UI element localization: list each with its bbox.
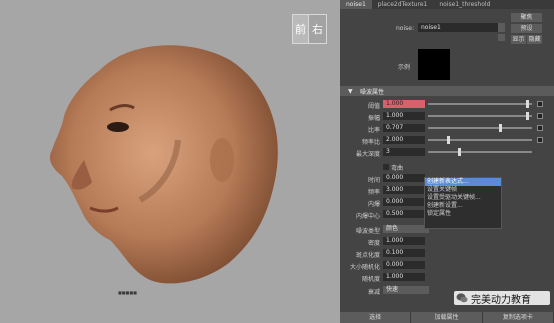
ctx-item-set-driven-key[interactable]: 设置受驱动关键帧... bbox=[425, 194, 501, 202]
attribute-value-field[interactable]: 2.000 bbox=[383, 136, 425, 144]
ctx-item-lock-attribute[interactable]: 锁定属性 bbox=[425, 210, 501, 218]
viewcube-right-face[interactable]: 右 bbox=[308, 14, 327, 44]
falloff-dropdown[interactable]: 快速 bbox=[383, 286, 429, 294]
attribute-label: 随机度 bbox=[361, 276, 380, 283]
attribute-value-field[interactable]: 1.000 bbox=[383, 273, 425, 281]
map-texture-button[interactable] bbox=[537, 137, 543, 143]
attribute-value-field[interactable]: 1.000 bbox=[383, 112, 425, 120]
node-select-button[interactable] bbox=[498, 23, 505, 32]
viewport-camera-label: ■■■■■ bbox=[118, 290, 137, 295]
attribute-value-field[interactable]: 0.000 bbox=[383, 261, 425, 269]
show-button[interactable]: 显示 bbox=[511, 35, 526, 44]
slider-handle[interactable] bbox=[447, 136, 450, 144]
attribute-value-field[interactable]: 0.100 bbox=[383, 249, 425, 257]
falloff-label: 衰减 bbox=[367, 289, 380, 296]
tab-place2dtexture1[interactable]: place2dTexture1 bbox=[372, 0, 434, 9]
node-name-label: noise: bbox=[396, 25, 414, 32]
section-title: 噪波属性 bbox=[360, 89, 385, 96]
slider-handle[interactable] bbox=[499, 124, 502, 132]
attribute-label: 大小随机化 bbox=[349, 264, 380, 271]
node-output-button[interactable] bbox=[498, 34, 505, 41]
map-texture-button[interactable] bbox=[537, 113, 543, 119]
3d-viewport[interactable]: 前 右 ■■■■■ bbox=[0, 0, 340, 323]
attribute-label: 斑点化度 bbox=[355, 252, 380, 259]
select-button[interactable]: 选择 bbox=[340, 312, 411, 323]
noise-type-label: 噪波类型 bbox=[355, 228, 380, 235]
attribute-label: 密度 bbox=[367, 240, 380, 247]
watermark-text: 完美动力教育 bbox=[471, 294, 531, 306]
attribute-label: 频率比 bbox=[361, 139, 380, 146]
attribute-value-field[interactable]: 1.000 bbox=[383, 100, 425, 108]
attribute-slider[interactable] bbox=[428, 100, 532, 108]
load-attributes-button[interactable]: 加载属性 bbox=[411, 312, 482, 323]
watermark: 完美动力教育 bbox=[454, 291, 550, 306]
map-texture-button[interactable] bbox=[537, 101, 543, 107]
attribute-slider[interactable] bbox=[428, 148, 532, 156]
sample-label: 示例 bbox=[398, 64, 411, 71]
section-header-noise-attributes[interactable]: ▼ 噪波属性 bbox=[340, 86, 554, 96]
ctx-item-set-key[interactable]: 设置关键帧 bbox=[425, 186, 501, 194]
viewcube-front-face[interactable]: 前 bbox=[292, 14, 309, 44]
copy-tab-button[interactable]: 复制选项卡 bbox=[482, 312, 553, 323]
attribute-value-field[interactable]: 3 bbox=[383, 148, 425, 156]
ctx-item-create-new-setting[interactable]: 创建新设置... bbox=[425, 202, 501, 210]
attribute-label: 时间 bbox=[367, 177, 380, 184]
inflection-label: 弯曲 bbox=[391, 165, 404, 172]
sample-swatch bbox=[418, 49, 450, 80]
attribute-value-field[interactable]: 3.000 bbox=[383, 186, 425, 194]
context-menu: 创建新表达式... 设置关键帧 设置受驱动关键帧... 创建新设置... 锁定属… bbox=[424, 177, 502, 229]
inflection-checkbox[interactable] bbox=[383, 164, 389, 170]
attribute-editor: noise1 place2dTexture1 noise1_threshold … bbox=[340, 0, 554, 323]
node-tabs: noise1 place2dTexture1 noise1_threshold bbox=[340, 0, 554, 9]
focus-button[interactable]: 聚焦 bbox=[511, 13, 542, 22]
attribute-value-field[interactable]: 0.000 bbox=[383, 174, 425, 182]
attribute-label: 阈值 bbox=[367, 103, 380, 110]
node-name-field[interactable]: noise1 bbox=[418, 23, 499, 32]
wechat-icon bbox=[456, 293, 468, 303]
slider-handle[interactable] bbox=[458, 148, 461, 156]
attribute-label: 振幅 bbox=[367, 115, 380, 122]
attribute-slider[interactable] bbox=[428, 112, 532, 120]
viewcube[interactable]: 前 右 bbox=[292, 14, 327, 44]
slider-handle[interactable] bbox=[526, 100, 529, 108]
attribute-label: 最大深度 bbox=[355, 151, 380, 158]
attribute-label: 内爆 bbox=[367, 201, 380, 208]
attribute-slider[interactable] bbox=[428, 124, 532, 132]
hide-button[interactable]: 隐藏 bbox=[527, 35, 542, 44]
noise-type-dropdown[interactable]: 颜色 bbox=[383, 225, 429, 233]
presets-button[interactable]: 预设 bbox=[511, 24, 542, 33]
bottom-button-bar: 选择 加载属性 复制选项卡 bbox=[340, 312, 554, 323]
attribute-label: 内爆中心 bbox=[355, 213, 380, 220]
head-model bbox=[49, 45, 278, 284]
collapse-arrow-icon: ▼ bbox=[348, 88, 353, 95]
map-texture-button[interactable] bbox=[537, 125, 543, 131]
attribute-slider[interactable] bbox=[428, 136, 532, 144]
attribute-label: 频率 bbox=[367, 189, 380, 196]
slider-handle[interactable] bbox=[526, 112, 529, 120]
attribute-value-field[interactable]: 0.000 bbox=[383, 198, 425, 206]
tab-noise1-threshold[interactable]: noise1_threshold bbox=[433, 0, 496, 9]
attribute-value-field[interactable]: 0.500 bbox=[383, 210, 425, 218]
tab-noise1[interactable]: noise1 bbox=[340, 0, 372, 9]
attribute-value-field[interactable]: 0.707 bbox=[383, 124, 425, 132]
ctx-item-new-expression[interactable]: 创建新表达式... bbox=[425, 178, 501, 186]
attribute-value-field[interactable]: 1.000 bbox=[383, 237, 425, 245]
attribute-label: 比率 bbox=[367, 127, 380, 134]
